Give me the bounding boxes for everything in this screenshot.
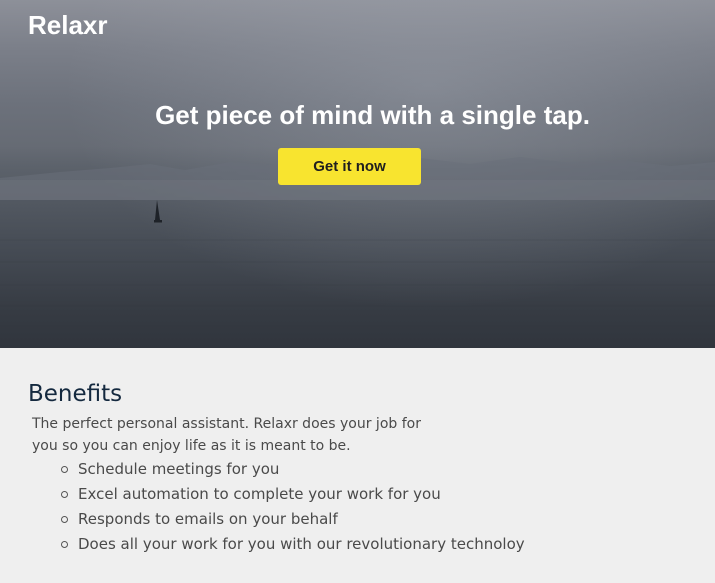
list-item-text: Schedule meetings for you: [78, 460, 280, 478]
sailboat-icon: [154, 200, 162, 223]
benefits-intro: The perfect personal assistant. Relaxr d…: [32, 416, 421, 454]
list-item-text: Excel automation to complete your work f…: [78, 485, 441, 503]
list-item: Schedule meetings for you: [61, 457, 525, 482]
list-item-text: Does all your work for you with our revo…: [78, 535, 525, 553]
list-item: Responds to emails on your behalf: [61, 507, 525, 532]
list-item: Does all your work for you with our revo…: [61, 532, 525, 557]
benefits-section: Benefits The perfect personal assistant.…: [0, 348, 715, 583]
bullet-icon: [61, 466, 68, 473]
hero-headline: Get piece of mind with a single tap.: [155, 100, 590, 130]
benefits-list: Schedule meetings for you Excel automati…: [61, 457, 525, 557]
list-item-text: Responds to emails on your behalf: [78, 510, 338, 528]
bullet-icon: [61, 516, 68, 523]
list-item: Excel automation to complete your work f…: [61, 482, 525, 507]
water-ripples: [0, 239, 715, 327]
bullet-icon: [61, 541, 68, 548]
brand-logo[interactable]: Relaxr: [28, 10, 108, 41]
get-it-now-button[interactable]: Get it now: [278, 148, 421, 185]
bullet-icon: [61, 491, 68, 498]
hero-banner: Relaxr Get piece of mind with a single t…: [0, 0, 715, 348]
benefits-title: Benefits: [28, 381, 123, 407]
